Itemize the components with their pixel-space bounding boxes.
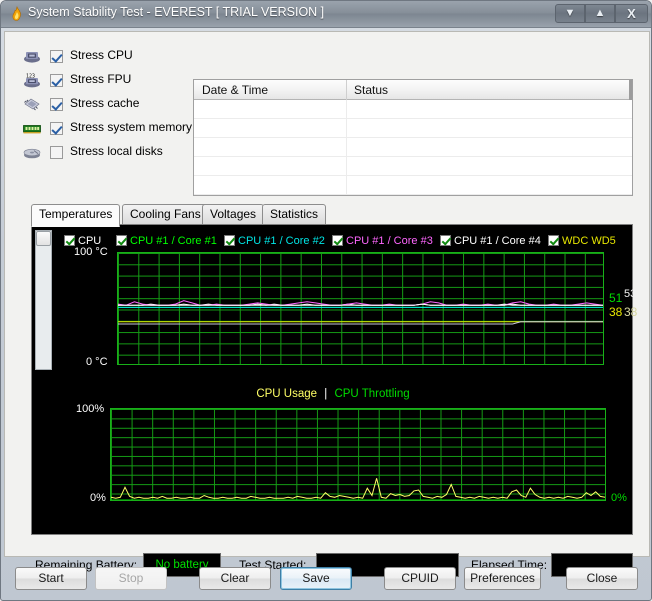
stress-option-cpu[interactable]: Stress CPU (22, 45, 189, 69)
legend-item-core2[interactable]: CPU #1 / Core #2 (224, 232, 325, 247)
graph-panel: CPU CPU #1 / Core #1 CPU #1 / Core #2 CP… (31, 224, 633, 535)
app-window: System Stability Test - EVEREST [ TRIAL … (0, 0, 652, 601)
log-scrollbar[interactable] (629, 80, 632, 100)
legend-checkbox-core2[interactable] (224, 235, 235, 246)
legend-item-core1[interactable]: CPU #1 / Core #1 (116, 232, 217, 247)
legend-item-wdc[interactable]: WDC WD5 (548, 232, 616, 247)
usage-title-separator: | (320, 388, 331, 400)
stress-cpu-checkbox[interactable] (50, 50, 63, 63)
minimize-button[interactable]: ▼ (555, 4, 585, 23)
temp-axis-max-label: 100 °C (74, 246, 108, 258)
hard-disk-icon (22, 144, 42, 161)
legend-checkbox-core4[interactable] (440, 235, 451, 246)
stress-fpu-label: Stress FPU (70, 72, 131, 86)
legend-checkbox-core3[interactable] (332, 235, 343, 246)
tab-cooling-fans[interactable]: Cooling Fans (122, 204, 209, 225)
window-title: System Stability Test - EVEREST [ TRIAL … (28, 5, 324, 19)
temperature-plot (118, 253, 603, 364)
stress-option-fpu[interactable]: 123 Stress FPU (22, 69, 189, 93)
log-column-status[interactable]: Status (354, 83, 388, 97)
start-button[interactable]: Start (15, 567, 87, 590)
cpu-usage-chart[interactable] (110, 408, 606, 501)
scrollbar-thumb[interactable] (36, 231, 51, 246)
stress-cache-label: Stress cache (70, 96, 139, 110)
table-row[interactable] (194, 119, 632, 138)
legend-label-wdc: WDC WD5 (562, 235, 616, 247)
table-row[interactable] (194, 176, 632, 195)
clear-button[interactable]: Clear (199, 567, 271, 590)
stress-memory-checkbox[interactable] (50, 122, 63, 135)
temperature-chart[interactable] (117, 252, 604, 365)
cache-chip-icon (22, 96, 42, 113)
stress-option-cache[interactable]: Stress cache (22, 93, 189, 117)
legend-label-core2: CPU #1 / Core #2 (238, 235, 325, 247)
stress-option-memory[interactable]: Stress system memory (22, 117, 189, 141)
table-row[interactable] (194, 138, 632, 157)
stress-cache-checkbox[interactable] (50, 98, 63, 111)
legend-item-core3[interactable]: CPU #1 / Core #3 (332, 232, 433, 247)
stress-fpu-checkbox[interactable] (50, 74, 63, 87)
legend-label-core1: CPU #1 / Core #1 (130, 235, 217, 247)
temperature-legend: CPU CPU #1 / Core #1 CPU #1 / Core #2 CP… (32, 232, 634, 248)
log-header-row: Date & Time Status (194, 80, 632, 100)
temp-value-core: 51 (609, 291, 622, 305)
table-row[interactable] (194, 157, 632, 176)
stress-disks-checkbox[interactable] (50, 146, 63, 159)
stress-option-disks[interactable]: Stress local disks (22, 141, 189, 165)
cpu-usage-plot (111, 409, 605, 500)
stress-disks-label: Stress local disks (70, 144, 163, 158)
temp-value-hdd: 38 (609, 305, 622, 319)
flame-icon (9, 6, 25, 22)
temp-value-hdd2: 38 (624, 305, 637, 319)
usage-axis-min-label: 0% (90, 492, 106, 504)
stress-cpu-label: Stress CPU (70, 48, 133, 62)
cpuid-button[interactable]: CPUID (384, 567, 456, 590)
stress-memory-label: Stress system memory (70, 120, 192, 134)
event-log-list[interactable]: Date & Time Status (193, 79, 633, 196)
stress-options-group: Stress CPU 123 Stress FPU (22, 45, 189, 172)
cpu-chip-icon (22, 48, 42, 65)
temp-axis-min-label: 0 °C (86, 356, 108, 368)
preferences-button[interactable]: Preferences (464, 567, 541, 590)
usage-current-value: 0% (611, 492, 627, 504)
button-bar: Start Stop Clear Save CPUID Preferences … (1, 561, 652, 601)
fpu-chip-icon: 123 (22, 72, 42, 89)
usage-title-cpu-usage: CPU Usage (256, 388, 317, 400)
legend-item-core4[interactable]: CPU #1 / Core #4 (440, 232, 541, 247)
legend-label-core4: CPU #1 / Core #4 (454, 235, 541, 247)
legend-item-cpu[interactable]: CPU (64, 232, 101, 247)
usage-chart-title: CPU Usage | CPU Throttling (32, 388, 634, 400)
legend-checkbox-cpu[interactable] (64, 235, 75, 246)
usage-title-cpu-throttling: CPU Throttling (334, 388, 409, 400)
client-area: Stress CPU 123 Stress FPU (4, 31, 650, 557)
legend-label-core3: CPU #1 / Core #3 (346, 235, 433, 247)
title-bar[interactable]: System Stability Test - EVEREST [ TRIAL … (1, 1, 652, 28)
usage-axis-max-label: 100% (76, 403, 104, 415)
table-row[interactable] (194, 100, 632, 119)
log-column-datetime[interactable]: Date & Time (202, 83, 268, 97)
memory-module-icon (22, 120, 42, 137)
tab-statistics[interactable]: Statistics (262, 204, 326, 225)
tab-temperatures[interactable]: Temperatures (31, 204, 120, 227)
save-button[interactable]: Save (280, 567, 352, 590)
maximize-button[interactable]: ▲ (585, 4, 615, 23)
stop-button[interactable]: Stop (95, 567, 167, 590)
close-window-button[interactable]: X (615, 4, 648, 23)
temp-value-cpu: 53 (624, 288, 636, 300)
legend-checkbox-wdc[interactable] (548, 235, 559, 246)
legend-checkbox-core1[interactable] (116, 235, 127, 246)
close-button[interactable]: Close (566, 567, 638, 590)
column-divider[interactable] (346, 80, 347, 100)
tab-voltages[interactable]: Voltages (202, 204, 264, 225)
temperature-scrollbar[interactable] (35, 230, 52, 370)
